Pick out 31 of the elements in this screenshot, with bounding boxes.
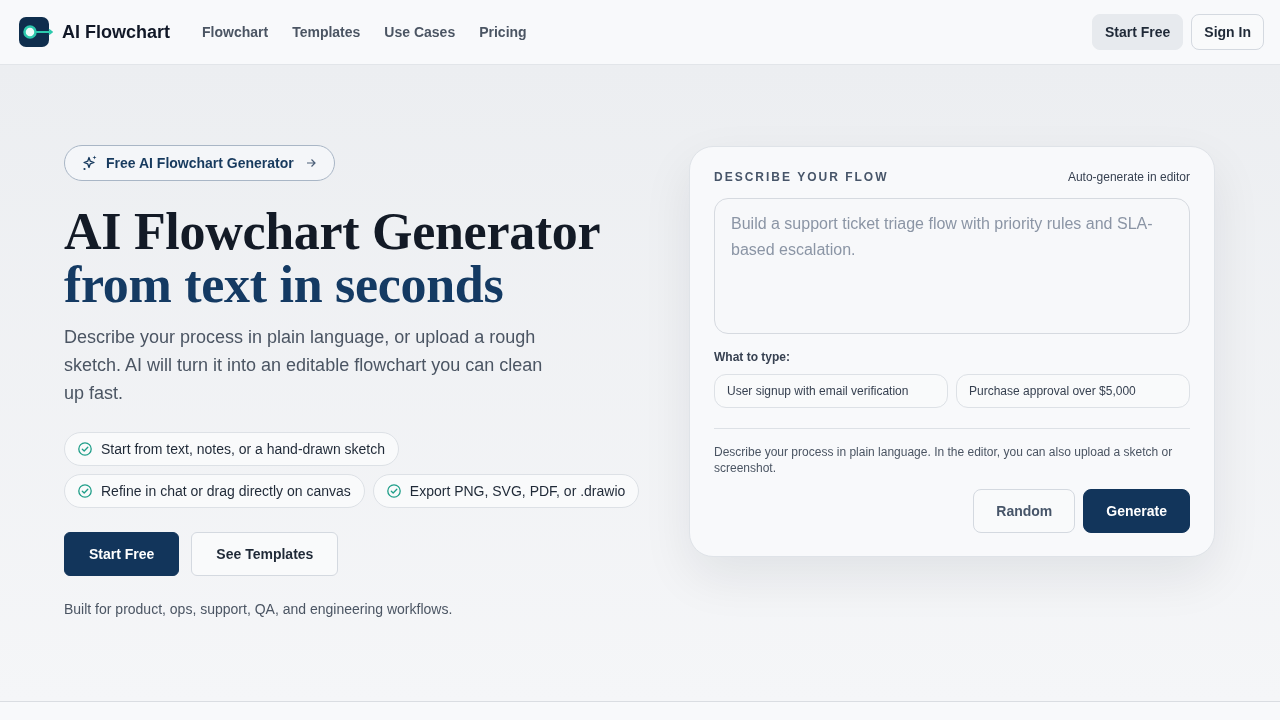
generator-badge-link[interactable]: Free AI Flowchart Generator — [64, 145, 335, 181]
hero-description: Describe your process in plain language, or upload a rough sketch. AI will turn it into an editable flowchart you can clean up fast. — [64, 326, 544, 405]
nav-link[interactable]: Flowchart — [202, 24, 269, 40]
feature-text: Export PNG, SVG, PDF, or .drawio — [409, 483, 626, 499]
arrow-right-icon — [305, 158, 316, 168]
check-circle-icon — [78, 484, 92, 498]
hero-button[interactable]: See Templates — [191, 532, 339, 576]
hero-button[interactable]: Start Free — [64, 532, 180, 576]
brand-name[interactable]: AI Flowchart — [62, 21, 170, 43]
sparkle-icon — [82, 155, 98, 171]
check-circle-icon — [78, 442, 92, 456]
check-circle-icon — [386, 484, 401, 498]
hero-heading: AI Flowchart Generator from text in seconds — [64, 205, 602, 311]
audience-note: Built for product, ops, support, QA, and engineering workflows. — [64, 600, 454, 619]
prompt-field[interactable]: Build a support ticket triage flow with priority rules and SLA-based escalation. — [714, 198, 1190, 334]
feature-text: Start from text, notes, or a hand-drawn sketch — [101, 441, 386, 457]
feature-text: Refine in chat or drag directly on canvas — [101, 483, 351, 499]
example-prompt[interactable]: Purchase approval over $5,000 — [956, 374, 1190, 408]
nav-link[interactable]: Pricing — [479, 24, 527, 40]
header-button[interactable]: Start Free — [1091, 14, 1184, 50]
composer-button[interactable]: Random — [973, 489, 1076, 533]
composer-title: DESCRIBE YOUR FLOW — [714, 169, 889, 185]
composer-button[interactable]: Generate — [1083, 489, 1190, 533]
nav-link[interactable]: Templates — [292, 24, 361, 40]
nav-link[interactable]: Use Cases — [384, 24, 456, 40]
composer-note: Describe your process in plain language. In the editor, you can also upload a sketch or screenshot. — [714, 444, 1174, 476]
example-prompt[interactable]: User signup with email verification — [714, 374, 948, 408]
header-button[interactable]: Sign In — [1191, 14, 1264, 50]
examples-label: What to type: — [714, 349, 791, 365]
logo-icon — [19, 17, 53, 47]
composer-hint: Auto-generate in editor — [1067, 169, 1190, 185]
